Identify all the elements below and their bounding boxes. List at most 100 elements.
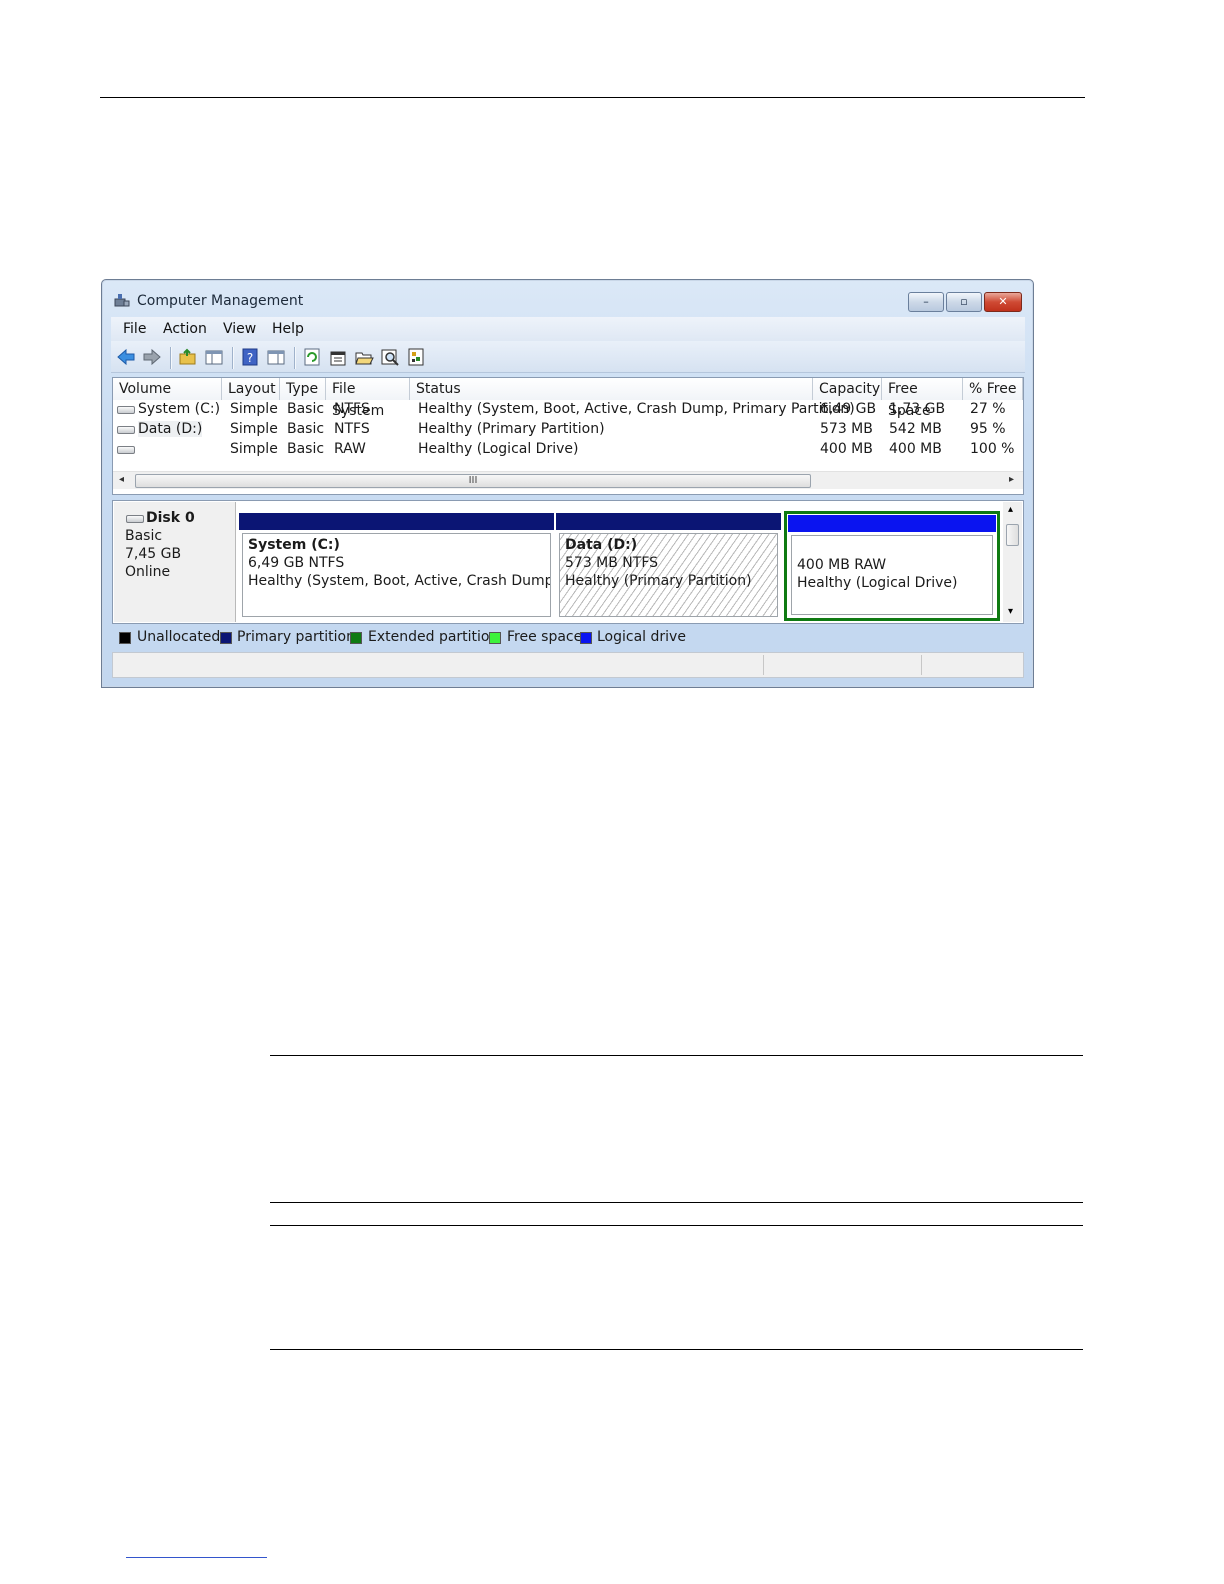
column-status[interactable]: Status	[410, 378, 813, 400]
disk-icon	[126, 515, 144, 523]
partition-size: 573 MB NTFS	[565, 555, 659, 571]
help-icon[interactable]: ?	[240, 347, 260, 367]
free-space-cell: 1,73 GB	[889, 401, 946, 417]
console-pane-icon[interactable]	[266, 347, 286, 367]
disk-type: Basic	[125, 528, 163, 544]
file-system-cell: NTFS	[334, 401, 370, 417]
svg-text:?: ?	[247, 351, 253, 365]
scroll-thumb[interactable]	[1006, 524, 1019, 546]
toolbar-separator	[294, 347, 295, 369]
volume-name: Data (D:)	[138, 421, 203, 437]
disk-graphical-view[interactable]: Disk 0 Basic 7,45 GB Online System (C:) …	[112, 500, 1024, 624]
capacity-cell: 573 MB	[820, 421, 873, 437]
legend-swatch-logical	[580, 632, 592, 644]
free-space-cell: 542 MB	[889, 421, 942, 437]
toolbar-separator	[170, 347, 171, 369]
volume-list[interactable]: Volume Layout Type File System Status Ca…	[112, 377, 1024, 495]
status-cell: Healthy (System, Boot, Active, Crash Dum…	[418, 401, 855, 417]
legend-swatch-free-space	[489, 632, 501, 644]
menu-action[interactable]: Action	[163, 321, 207, 337]
column-percent-free[interactable]: % Free	[963, 378, 1023, 400]
scroll-right-icon[interactable]: ▸	[1009, 474, 1014, 485]
layout-cell: Simple	[230, 441, 278, 457]
capacity-cell: 6,49 GB	[820, 401, 877, 417]
partition-body: 400 MB RAW Healthy (Logical Drive)	[791, 535, 993, 615]
minimize-button[interactable]: –	[908, 292, 944, 312]
partition-logical-raw[interactable]: 400 MB RAW Healthy (Logical Drive)	[784, 511, 1000, 621]
close-icon: ✕	[998, 295, 1008, 308]
status-divider	[921, 655, 922, 675]
free-space-cell: 400 MB	[889, 441, 942, 457]
horizontal-scrollbar[interactable]: ◂ III ▸	[113, 471, 1023, 489]
partition-body: Data (D:) 573 MB NTFS Healthy (Primary P…	[559, 533, 778, 617]
logical-drive-bar	[788, 515, 996, 532]
legend-swatch-unallocated	[119, 632, 131, 644]
show-hide-tree-icon[interactable]	[204, 347, 224, 367]
column-header-row: Volume Layout Type File System Status Ca…	[113, 378, 1023, 419]
window-title: Computer Management	[137, 293, 304, 309]
status-cell: Healthy (Primary Partition)	[418, 421, 605, 437]
scroll-down-icon[interactable]: ▾	[1008, 606, 1013, 617]
layout-cell: Simple	[230, 401, 278, 417]
partition-system-c[interactable]: System (C:) 6,49 GB NTFS Healthy (System…	[239, 513, 554, 621]
scroll-up-icon[interactable]: ▴	[1008, 504, 1013, 515]
capacity-cell: 400 MB	[820, 441, 873, 457]
menu-view[interactable]: View	[223, 321, 256, 337]
partition-size: 400 MB RAW	[797, 557, 887, 573]
partition-status: Healthy (System, Boot, Active, Crash Dum…	[248, 573, 550, 589]
open-folder-icon[interactable]	[354, 347, 374, 367]
partition-data-d[interactable]: Data (D:) 573 MB NTFS Healthy (Primary P…	[556, 513, 781, 621]
scroll-left-icon[interactable]: ◂	[119, 474, 124, 485]
section-rule	[270, 1055, 1083, 1056]
maximize-button[interactable]: ▫	[946, 292, 982, 312]
column-type[interactable]: Type	[280, 378, 326, 400]
refresh-icon[interactable]	[302, 347, 322, 367]
layout-cell: Simple	[230, 421, 278, 437]
menu-bar: File Action View Help	[111, 317, 1025, 341]
search-icon[interactable]	[380, 347, 400, 367]
type-cell: Basic	[287, 421, 325, 437]
type-cell: Basic	[287, 441, 325, 457]
title-bar[interactable]: Computer Management – ▫ ✕	[102, 280, 1033, 316]
partition-status: Healthy (Primary Partition)	[565, 573, 752, 589]
partition-title: Data (D:)	[565, 537, 638, 553]
file-system-cell: NTFS	[334, 421, 370, 437]
vertical-scrollbar[interactable]: ▴ ▾	[1003, 502, 1022, 622]
column-volume[interactable]: Volume	[113, 378, 222, 400]
type-cell: Basic	[287, 401, 325, 417]
column-file-system[interactable]: File System	[326, 378, 410, 419]
legend-label: Unallocated	[137, 629, 221, 645]
up-folder-icon[interactable]	[178, 347, 198, 367]
menu-file[interactable]: File	[123, 321, 146, 337]
back-arrow-icon[interactable]	[116, 347, 136, 367]
settings-icon[interactable]	[406, 347, 426, 367]
legend-label: Primary partition	[237, 629, 355, 645]
toolbar: ?	[111, 341, 1025, 373]
scroll-thumb[interactable]: III	[135, 474, 811, 488]
partition-legend: Unallocated Primary partition Extended p…	[112, 627, 1024, 649]
partition-size: 6,49 GB NTFS	[248, 555, 345, 571]
disk-size: 7,45 GB	[125, 546, 182, 562]
column-capacity[interactable]: Capacity	[813, 378, 882, 400]
legend-label: Extended partition	[368, 629, 499, 645]
menu-help[interactable]: Help	[272, 321, 304, 337]
scroll-grip-icon: III	[468, 475, 478, 486]
file-system-cell: RAW	[334, 441, 366, 457]
section-rule	[270, 1349, 1083, 1350]
footer-link-underline[interactable]	[126, 1557, 267, 1558]
drive-icon	[117, 406, 135, 414]
properties-icon[interactable]	[328, 347, 348, 367]
minimize-icon: –	[923, 295, 929, 308]
legend-label: Logical drive	[597, 629, 686, 645]
primary-partition-bar	[239, 513, 554, 530]
percent-free-cell: 27 %	[970, 401, 1006, 417]
partition-title: System (C:)	[248, 537, 340, 553]
close-button[interactable]: ✕	[984, 292, 1022, 312]
column-free-space[interactable]: Free Space	[882, 378, 963, 419]
disk-info-panel[interactable]: Disk 0 Basic 7,45 GB Online	[114, 502, 236, 622]
toolbar-separator	[232, 347, 233, 369]
column-layout[interactable]: Layout	[222, 378, 280, 400]
status-bar	[112, 652, 1024, 678]
forward-arrow-icon[interactable]	[142, 347, 162, 367]
section-rule	[270, 1202, 1083, 1203]
